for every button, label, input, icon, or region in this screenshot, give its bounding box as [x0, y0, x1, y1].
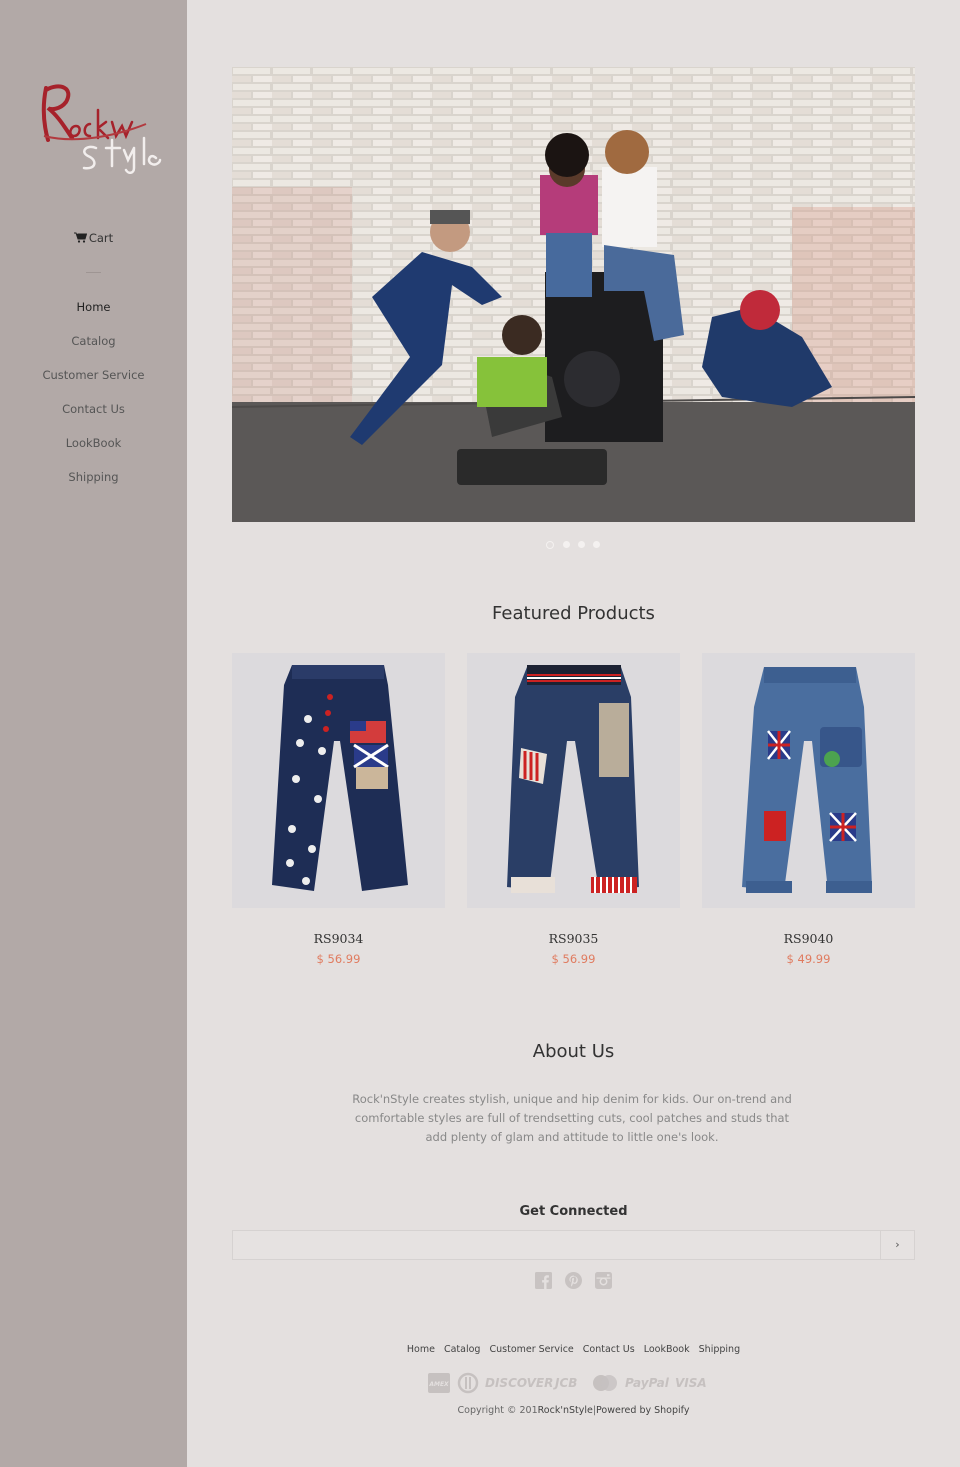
paypal-icon: PayPal	[625, 1376, 669, 1390]
footer-link-home[interactable]: Home	[407, 1344, 435, 1355]
footer-link-catalog[interactable]: Catalog	[444, 1344, 480, 1355]
slide-dot-3[interactable]	[578, 541, 585, 548]
jeans-photo	[272, 665, 408, 891]
social-links	[535, 1272, 615, 1290]
footer-link-contact-us[interactable]: Contact Us	[583, 1344, 635, 1355]
about-us-title: About Us	[532, 1041, 615, 1062]
product-card[interactable]: RS9034 $ 56.99	[232, 653, 445, 966]
product-image[interactable]	[232, 653, 445, 908]
diners-club-icon	[457, 1372, 479, 1394]
discover-icon: DISCOVER	[485, 1376, 554, 1390]
nav-item-lookbook[interactable]: LookBook	[0, 434, 187, 468]
sidebar: Cart Home Catalog Customer Service Conta…	[0, 0, 187, 1467]
footer-link-shipping[interactable]: Shipping	[699, 1344, 740, 1355]
sidebar-divider	[86, 272, 101, 273]
facebook-icon[interactable]	[535, 1272, 552, 1289]
svg-text:AMEX: AMEX	[428, 1381, 449, 1388]
nav-item-customer-service[interactable]: Customer Service	[0, 366, 187, 400]
slide-dot-1[interactable]	[546, 540, 554, 549]
copyright-brand-link[interactable]: Rock'nStyle	[538, 1405, 593, 1416]
pinterest-icon[interactable]	[565, 1272, 582, 1289]
product-name[interactable]: RS9035	[467, 931, 680, 946]
hero-photo	[232, 67, 915, 522]
newsletter-email-input[interactable]	[233, 1231, 881, 1259]
slideshow-pagination	[546, 540, 606, 549]
product-image[interactable]	[702, 653, 915, 908]
copyright-prefix: Copyright © 201	[457, 1405, 538, 1416]
footer-nav: Home Catalog Customer Service Contact Us…	[232, 1344, 915, 1355]
payment-icons: AMEX DISCOVER JCB PayPal VISA	[427, 1372, 727, 1394]
brand-logo[interactable]	[36, 78, 162, 174]
product-card[interactable]: RS9035 $ 56.99	[467, 653, 680, 966]
jeans-photo	[507, 665, 639, 893]
product-price: $ 56.99	[316, 952, 361, 966]
product-name[interactable]: RS9034	[232, 931, 445, 946]
product-card[interactable]: RS9040 $ 49.99	[702, 653, 915, 966]
mastercard-icon	[593, 1375, 617, 1391]
featured-products-title: Featured Products	[492, 603, 655, 624]
footer-link-lookbook[interactable]: LookBook	[644, 1344, 690, 1355]
product-price: $ 56.99	[551, 952, 596, 966]
footer-link-customer-service[interactable]: Customer Service	[489, 1344, 573, 1355]
nav-item-home[interactable]: Home	[0, 298, 187, 332]
shopping-cart-icon	[73, 232, 87, 243]
nav-item-shipping[interactable]: Shipping	[0, 468, 187, 502]
sidebar-nav: Home Catalog Customer Service Contact Us…	[0, 298, 187, 502]
newsletter-submit-button[interactable]: ›	[880, 1231, 914, 1259]
powered-by-shopify-link[interactable]: Powered by Shopify	[596, 1405, 689, 1416]
visa-icon: VISA	[675, 1376, 707, 1390]
hero-slideshow-image[interactable]	[232, 67, 915, 522]
about-us-text: Rock'nStyle creates stylish, unique and …	[352, 1092, 792, 1144]
instagram-icon[interactable]	[595, 1272, 612, 1289]
main-content: Featured Products RS9034 $ 56.99 RS9035 …	[187, 0, 960, 1467]
nav-item-catalog[interactable]: Catalog	[0, 332, 187, 366]
newsletter-form: ›	[232, 1230, 915, 1260]
product-name[interactable]: RS9040	[702, 931, 915, 946]
cart-label: Cart	[88, 231, 114, 245]
copyright: Copyright © 201Rock'nStyle|Powered by Sh…	[232, 1405, 915, 1416]
jcb-icon: JCB	[555, 1376, 578, 1390]
nav-item-contact-us[interactable]: Contact Us	[0, 400, 187, 434]
cart-link[interactable]: Cart	[0, 231, 187, 245]
get-connected-title: Get Connected	[519, 1204, 628, 1219]
slide-dot-4[interactable]	[593, 541, 600, 548]
slide-dot-2[interactable]	[563, 541, 570, 548]
amex-icon: AMEX	[428, 1373, 450, 1393]
product-price: $ 49.99	[786, 952, 831, 966]
product-image[interactable]	[467, 653, 680, 908]
jeans-photo	[742, 667, 872, 893]
